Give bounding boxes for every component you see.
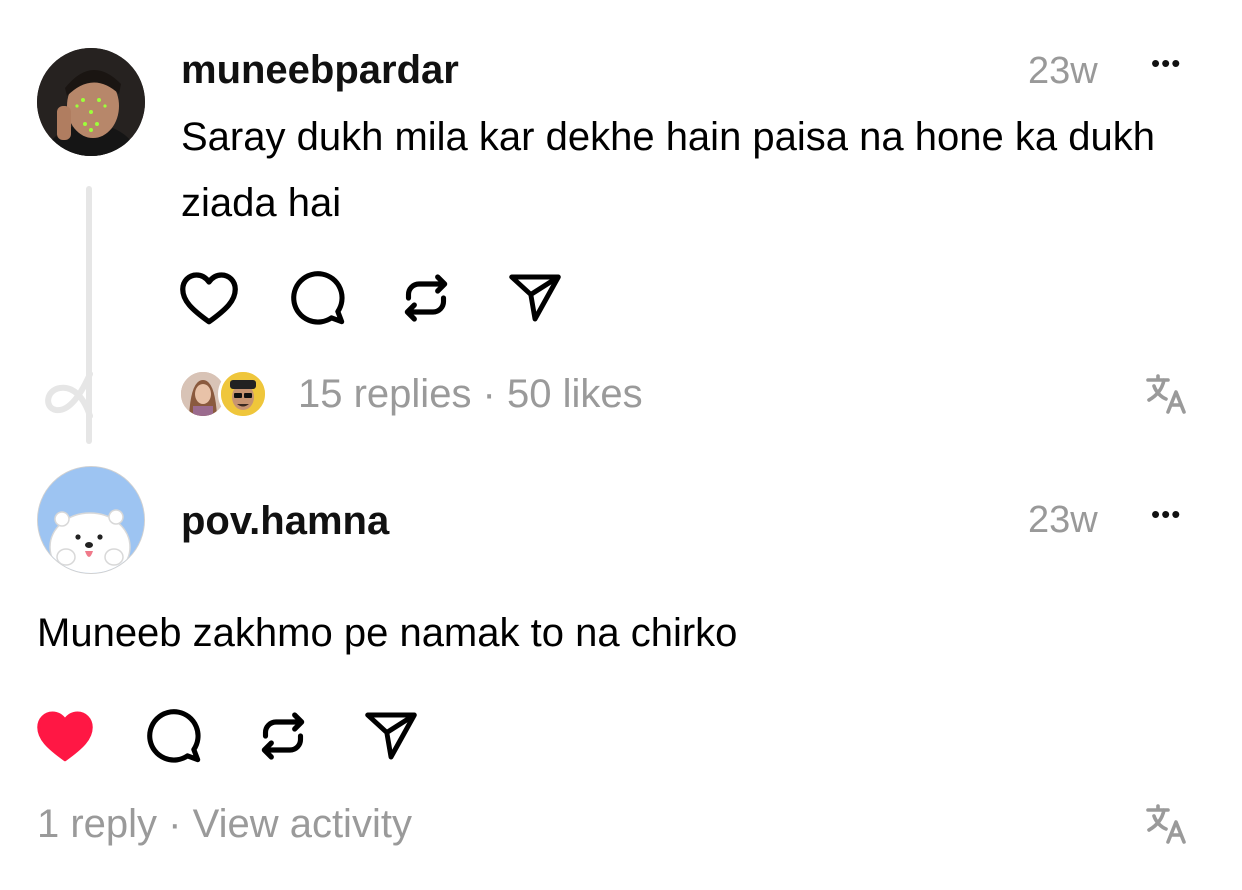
reply-like-button[interactable] bbox=[33, 704, 97, 768]
translate-button[interactable] bbox=[1134, 362, 1198, 426]
repost-icon bbox=[261, 712, 305, 760]
reply-avatar[interactable] bbox=[37, 466, 145, 574]
reply-comment-button[interactable] bbox=[142, 704, 206, 768]
post-text: Saray dukh mila kar dekhe hain paisa na … bbox=[181, 115, 1155, 225]
avatar-photo bbox=[221, 372, 265, 416]
share-icon bbox=[365, 712, 417, 760]
replier-avatar-2[interactable] bbox=[218, 369, 268, 419]
repost-button[interactable] bbox=[394, 266, 458, 330]
reply-text: Muneeb zakhmo pe namak to na chirko bbox=[37, 611, 738, 655]
like-button[interactable] bbox=[177, 266, 241, 330]
comment-icon bbox=[147, 709, 201, 763]
post-timestamp: 23w bbox=[1028, 50, 1098, 92]
post-avatar[interactable] bbox=[37, 48, 145, 156]
comment-icon bbox=[291, 271, 345, 325]
comment-button[interactable] bbox=[286, 266, 350, 330]
reply-translate-button[interactable] bbox=[1134, 792, 1198, 856]
reply-repost-button[interactable] bbox=[251, 704, 315, 768]
thread-curl bbox=[45, 372, 93, 418]
heart-filled-icon bbox=[37, 711, 93, 762]
share-button[interactable] bbox=[503, 266, 567, 330]
avatar-photo bbox=[37, 48, 145, 156]
repost-icon bbox=[404, 274, 448, 322]
post-more-button[interactable]: ••• bbox=[1151, 50, 1181, 76]
reply-share-button[interactable] bbox=[359, 704, 423, 768]
avatar-photo bbox=[38, 467, 144, 573]
reply-summary[interactable]: 1 reply · View activity bbox=[37, 804, 412, 844]
reply-username[interactable]: pov.hamna bbox=[181, 501, 389, 541]
post-replies-summary[interactable]: 15 replies · 50 likes bbox=[298, 374, 643, 414]
share-icon bbox=[509, 274, 561, 322]
post-username[interactable]: muneebpardar bbox=[181, 50, 459, 90]
translate-icon bbox=[1146, 804, 1186, 844]
heart-outline-icon bbox=[180, 272, 238, 325]
translate-icon bbox=[1146, 374, 1186, 414]
reply-more-button[interactable]: ••• bbox=[1151, 501, 1181, 527]
reply-timestamp: 23w bbox=[1028, 499, 1098, 541]
